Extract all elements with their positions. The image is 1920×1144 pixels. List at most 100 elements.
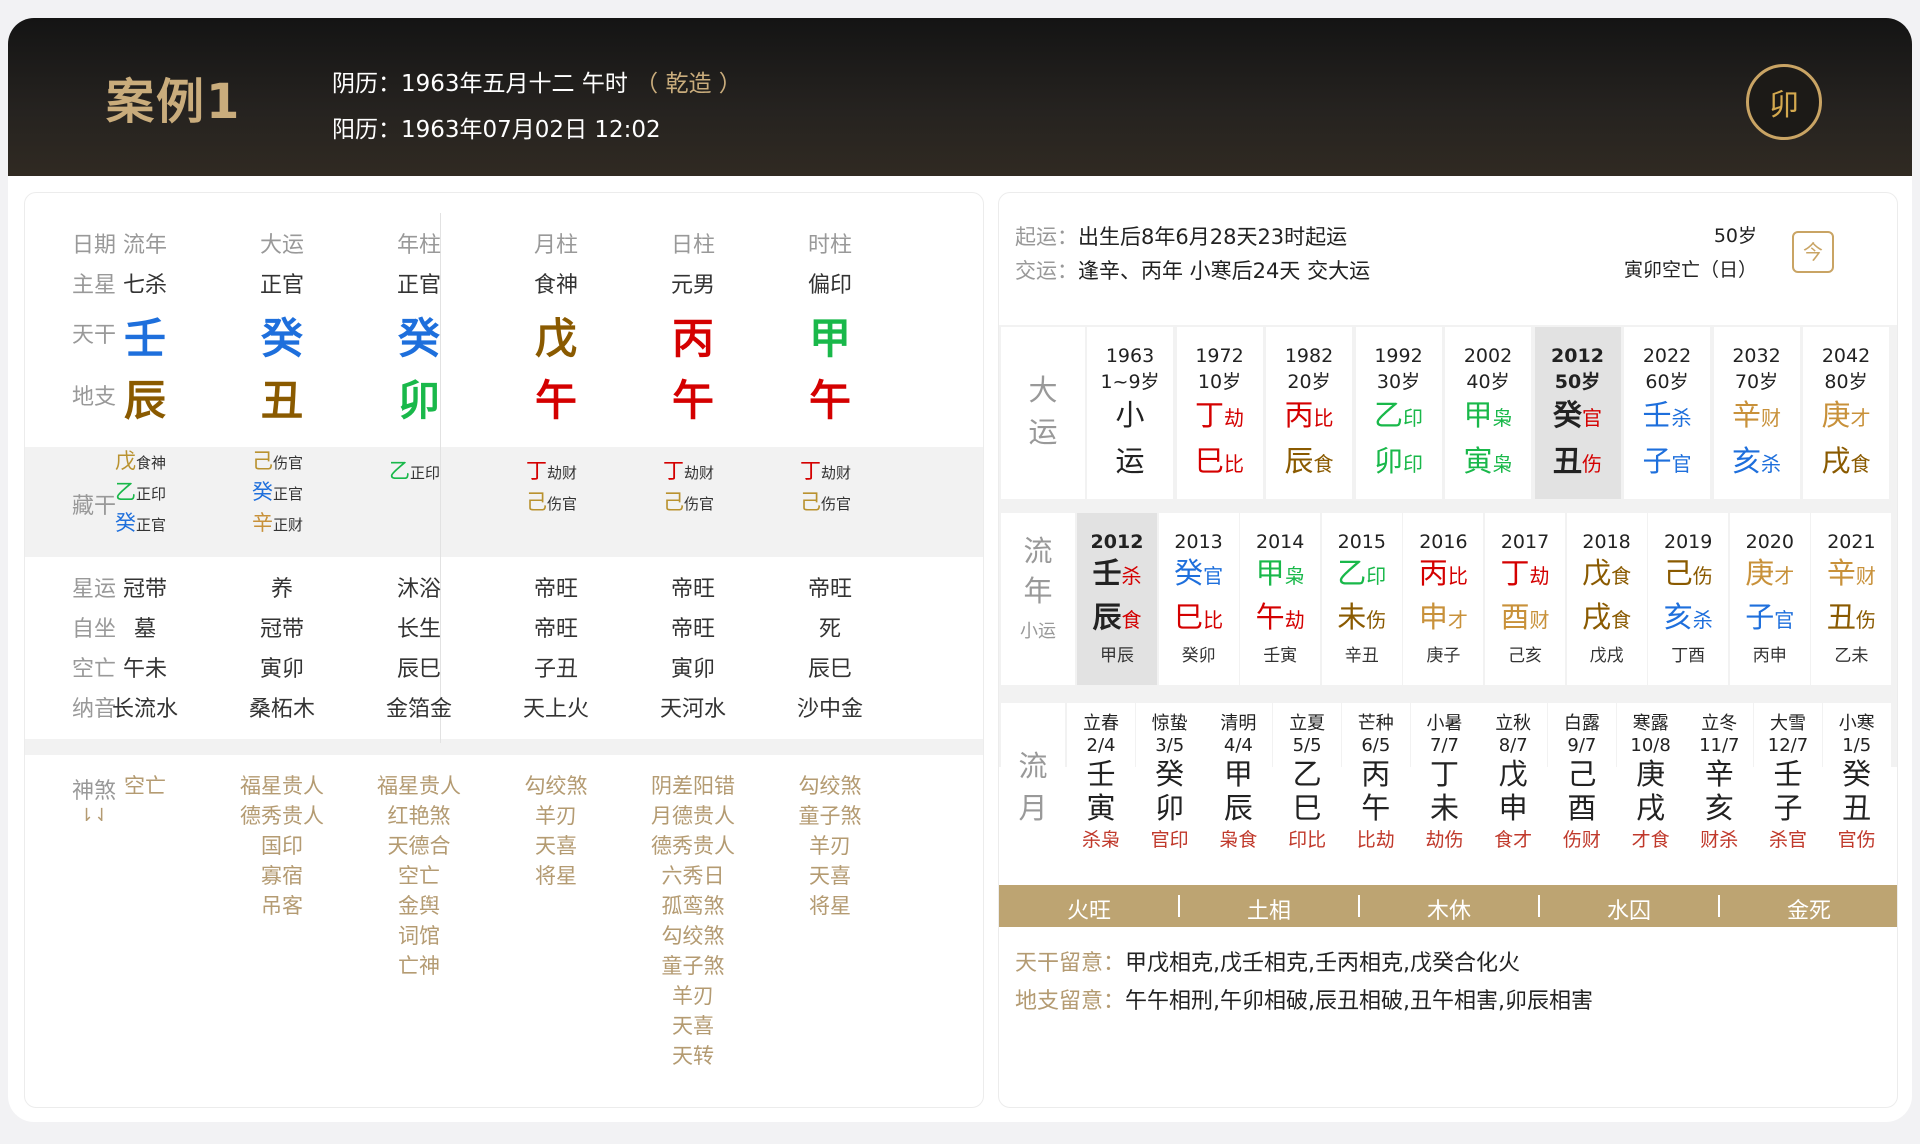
dayun-zhi-char: 卯 [1373,444,1403,478]
jieqi-date: 3/5 [1155,735,1185,756]
jiaoyun-line: 交运：逢辛、丙年 小寒后24天 交大运 [1015,255,1370,285]
dayun-cell[interactable]: 2002 40岁 甲枭 寅枭 [1445,327,1531,499]
liuyue-cell[interactable]: 白露 9/7 己酉伤财 [1547,703,1616,867]
liunian-zhi-char: 巳 [1174,600,1204,634]
case-title: 案例1 [106,74,242,130]
dayun-year: 1963 [1105,345,1155,367]
liunian-zhi: 巳比 [1159,597,1239,641]
liunian-gan-char: 己 [1663,556,1693,590]
dayun-cell[interactable]: 2042 80岁 庚才 戌食 [1803,327,1889,499]
liuyue-cell[interactable]: 立春 2/4 壬寅杀枭 [1067,703,1135,867]
liuyue-cell[interactable]: 小暑 7/7 丁未劫伤 [1410,703,1479,867]
liuyue-gan: 戊 [1498,757,1528,791]
liuyue-cell[interactable]: 大雪 12/7 壬子杀官 [1754,703,1822,867]
liuyue-zhi: 戌 [1636,791,1666,825]
zhuxing: 食神 [533,273,578,298]
liunian-zhi-char: 子 [1745,600,1775,634]
liunian-year: 2018 [1582,531,1631,553]
liuyue-gan: 己 [1567,757,1597,791]
canggan-list: 丁劫财 己伤官 [526,457,577,519]
jieqi-date: 5/5 [1292,735,1322,756]
dayun-zhi: 戌食 [1803,440,1889,486]
rabbit-logo-icon[interactable]: 卯 [1746,64,1822,140]
dayun-gan-char: 丙 [1284,398,1314,432]
gender-tag: （ 乾造 ） [635,71,742,97]
dayun-zhi: 巳比 [1177,440,1263,486]
liunian-gan: 辛财 [1811,553,1891,597]
dayun-zhi: 子官 [1624,440,1710,486]
liuyue-cell[interactable]: 小寒 1/5 癸丑官伤 [1822,703,1891,867]
shensha-list: 福星贵人 德秀贵人 国印 寡宿 吊客 [212,771,352,921]
liuyue-gan: 乙 [1292,757,1322,791]
canggan-char: 丁 [800,459,821,483]
liuyue-cell[interactable]: 立夏 5/5 乙巳印比 [1273,703,1342,867]
liunian-zhi: 亥杀 [1648,597,1728,641]
dayun-cell[interactable]: 2032 70岁 辛财 亥杀 [1713,327,1800,499]
liunian-gan: 戊食 [1567,553,1647,597]
dizhi-char: 午 [671,376,714,425]
liuyue-zhi: 巳 [1292,791,1322,825]
liunian-cell[interactable]: 2020 庚才 子官 丙申 [1729,513,1810,685]
canggan-shishen: 伤官 [684,495,715,513]
xiaoyun-ganzhi: 壬寅 [1263,646,1298,666]
dayun-gan-shishen: 杀 [1671,406,1692,430]
dayun-zhi-char: 巳 [1194,444,1224,478]
logo-text: 卯 [1769,88,1799,123]
liunian-cell[interactable]: 2021 辛财 丑伤 乙未 [1811,513,1892,685]
dayun-cell[interactable]: 1963 1~9岁小运 [1087,327,1173,499]
liuyue-cell[interactable]: 芒种 6/5 丙午比劫 [1341,703,1410,867]
liunian-label-2: 年 [1023,574,1053,608]
liuyue-cell[interactable]: 清明 4/4 甲辰枭食 [1204,703,1273,867]
dayun-cell[interactable]: 1992 30岁 乙印 卯印 [1355,327,1442,499]
column-header: 时柱 [807,233,852,258]
shensha-toggle-icon[interactable]: ⇂⇃ [49,805,139,826]
dayun-cell[interactable]: 1972 10岁 丁劫 巳比 [1176,327,1263,499]
liuyue-zhi: 午 [1361,791,1391,825]
jieqi-name: 芒种 [1357,713,1394,734]
jieqi-date: 7/7 [1430,735,1459,756]
canggan-list: 己伤官 癸正官 辛正财 [252,447,303,540]
liunian-cell[interactable]: 2012 壬杀 辰食 甲辰 [1077,513,1157,685]
canggan-char: 癸 [115,511,136,535]
liunian-gan: 丁劫 [1485,553,1565,597]
liuyue-cell[interactable]: 惊蛰 3/5 癸卯官印 [1135,703,1204,867]
canggan-char: 戊 [115,449,136,473]
tiangan-note-text: 甲戊相克,戊壬相克,壬丙相克,戊癸合化火 [1125,951,1520,976]
liunian-cell[interactable]: 2017 丁劫 酉财 己亥 [1485,513,1565,685]
dayun-cell[interactable]: 2012 50岁 癸官 丑伤 [1534,327,1621,499]
canggan-char: 乙 [115,480,136,504]
jieqi-name: 立秋 [1495,713,1532,734]
lunar-value: 1963年五月十二 午时 [401,71,628,97]
dayun-zhi-char: 戌 [1821,444,1851,478]
liuyue-gan: 丙 [1361,757,1391,791]
liuyue-cell[interactable]: 寒露 10/8 庚戌才食 [1616,703,1685,867]
liuyue-cell[interactable]: 立冬 11/7 辛亥财杀 [1685,703,1754,867]
liunian-cell[interactable]: 2016 丙比 申才 庚子 [1403,513,1484,685]
jieqi-date: 6/5 [1361,735,1391,756]
liunian-year: 2012 [1090,531,1144,553]
liunian-gan-char: 辛 [1826,556,1856,590]
nayin: 长流水 [111,697,178,722]
liunian-cell[interactable]: 2013 癸官 巳比 癸卯 [1158,513,1239,685]
calendar-icon[interactable]: 今 [1792,231,1834,273]
liunian-cell[interactable]: 2019 己伤 亥杀 丁酉 [1648,513,1729,685]
dayun-age: 80岁 [1824,371,1868,393]
xingyun: 沐浴 [396,577,441,602]
liunian-zhi: 丑伤 [1811,597,1891,641]
liunian-zhi-shishen: 伤 [1855,608,1876,632]
jieqi-name: 寒露 [1632,713,1669,734]
dayun-cell[interactable]: 1982 20岁 丙比 辰食 [1266,327,1352,499]
xingyun: 冠带 [122,577,167,602]
liuyue-cell[interactable]: 立秋 8/7 戊申食才 [1479,703,1548,867]
liunian-cell[interactable]: 2015 乙印 未伤 辛丑 [1321,513,1402,685]
dayun-zhi: 运 [1087,440,1173,486]
dayun-cell[interactable]: 2022 60岁 壬杀 子官 [1624,327,1710,499]
liunian-zhi-shishen: 食 [1121,608,1142,632]
dayun-gan-shishen: 印 [1403,406,1423,430]
liunian-cell[interactable]: 2014 甲枭 午劫 壬寅 [1240,513,1321,685]
liuyue-shishen: 印比 [1288,829,1327,851]
xiaoyun-ganzhi: 甲辰 [1100,646,1134,666]
jieqi-date: 11/7 [1699,735,1740,756]
canggan-item: 己伤官 [252,447,303,478]
liunian-cell[interactable]: 2018 戊食 戌食 戊戌 [1566,513,1647,685]
